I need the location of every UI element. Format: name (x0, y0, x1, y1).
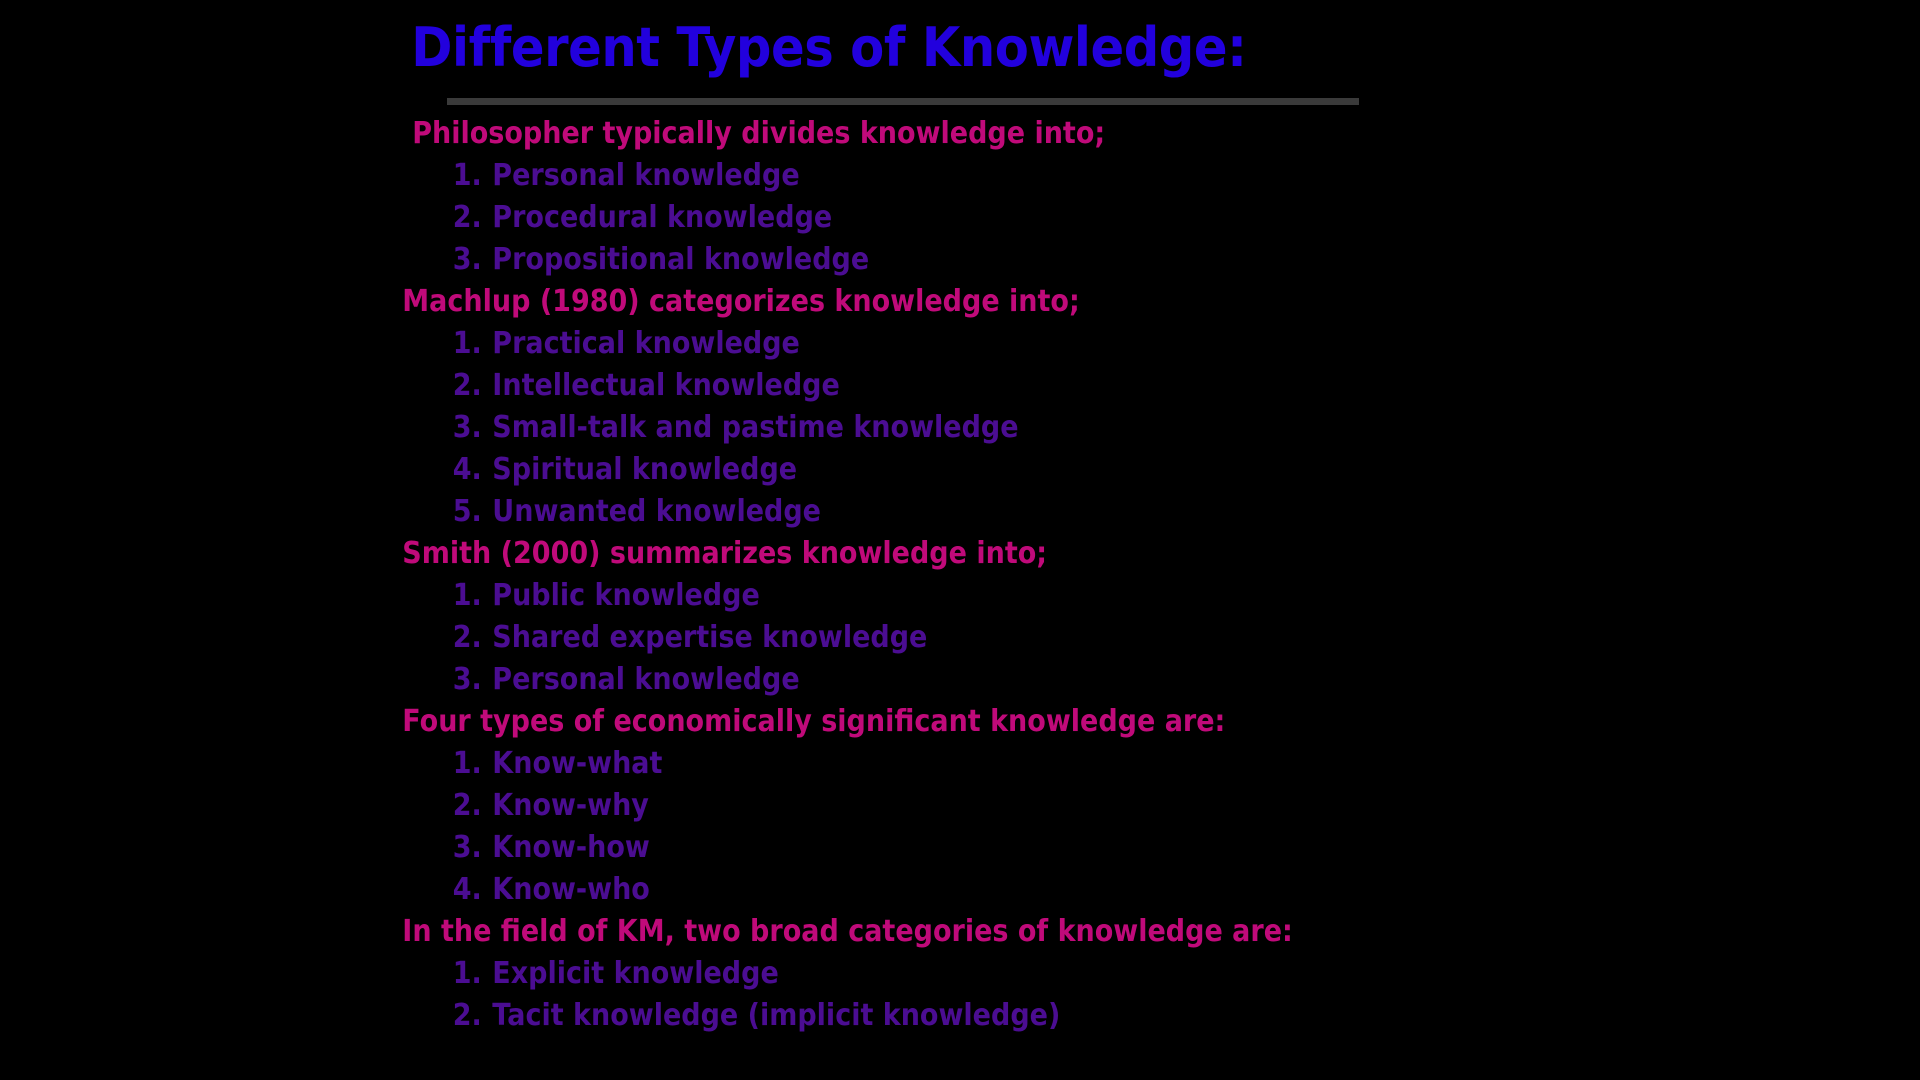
list-item-number: 5. (452, 494, 482, 529)
list-item: 3. Propositional knowledge (0, 239, 1728, 281)
list-item: 2. Tacit knowledge (implicit knowledge) (0, 995, 1728, 1037)
list-item-number: 1. (452, 326, 482, 361)
list-item-label: Know-how (492, 830, 650, 865)
title-block: Different Types of Knowledge: (0, 14, 1920, 105)
list-item-number: 1. (452, 158, 482, 193)
list-item-label: Know-who (492, 872, 650, 907)
list-item-number: 1. (452, 578, 482, 613)
list-item-number: 2. (452, 368, 482, 403)
list-item-number: 3. (452, 830, 482, 865)
list-item: 4. Know-who (0, 869, 1728, 911)
list-item: 1. Personal knowledge (0, 155, 1728, 197)
list-item: 2. Know-why (0, 785, 1728, 827)
list-item-number: 1. (452, 746, 482, 781)
list-item: 2. Intellectual knowledge (0, 365, 1728, 407)
list-item-number: 3. (452, 410, 482, 445)
section-heading: Smith (2000) summarizes knowledge into; (402, 536, 1048, 571)
list-item: 3. Small-talk and pastime knowledge (0, 407, 1728, 449)
list-item: 3. Know-how (0, 827, 1728, 869)
list-item: 1. Practical knowledge (0, 323, 1728, 365)
list-item-label: Explicit knowledge (492, 956, 779, 991)
list-item-number: 2. (452, 788, 482, 823)
list-item-label: Tacit knowledge (implicit knowledge) (492, 998, 1061, 1033)
list-item-label: Propositional knowledge (492, 242, 870, 277)
list-item-number: 2. (452, 620, 482, 655)
list-item-label: Practical knowledge (492, 326, 800, 361)
list-item-label: Unwanted knowledge (492, 494, 821, 529)
list-item-number: 1. (452, 956, 482, 991)
list-item-number: 4. (452, 872, 482, 907)
list-item-number: 3. (452, 242, 482, 277)
list-item: 1. Public knowledge (0, 575, 1728, 617)
list-item-label: Procedural knowledge (492, 200, 833, 235)
list-item-label: Spiritual knowledge (492, 452, 798, 487)
list-item-number: 3. (452, 662, 482, 697)
section-heading: Four types of economically significant k… (402, 704, 1226, 739)
list-item: 4. Spiritual knowledge (0, 449, 1728, 491)
list-item-label: Personal knowledge (492, 662, 800, 697)
list-item: 1. Know-what (0, 743, 1728, 785)
list-item-label: Small-talk and pastime knowledge (492, 410, 1019, 445)
list-item-number: 4. (452, 452, 482, 487)
list-item-number: 2. (452, 200, 482, 235)
list-item: 2. Procedural knowledge (0, 197, 1728, 239)
list-item-label: Shared expertise knowledge (492, 620, 928, 655)
list-item-label: Know-what (492, 746, 663, 781)
section-heading: Machlup (1980) categorizes knowledge int… (402, 284, 1080, 319)
list-item-label: Public knowledge (492, 578, 760, 613)
list-item: 5. Unwanted knowledge (0, 491, 1728, 533)
list-item-number: 2. (452, 998, 482, 1033)
list-item: 2. Shared expertise knowledge (0, 617, 1728, 659)
title-divider (447, 98, 1359, 105)
list-item: 1. Explicit knowledge (0, 953, 1728, 995)
list-item-label: Intellectual knowledge (492, 368, 840, 403)
content-body: Philosopher typically divides knowledge … (0, 113, 1920, 1037)
list-item-label: Personal knowledge (492, 158, 800, 193)
section-heading: In the field of KM, two broad categories… (402, 914, 1293, 949)
page-title: Different Types of Knowledge: (411, 16, 1247, 79)
slide-canvas: Different Types of Knowledge: Philosophe… (0, 0, 1920, 1080)
list-item: 3. Personal knowledge (0, 659, 1728, 701)
list-item-label: Know-why (492, 788, 649, 823)
section-heading: Philosopher typically divides knowledge … (412, 116, 1106, 151)
